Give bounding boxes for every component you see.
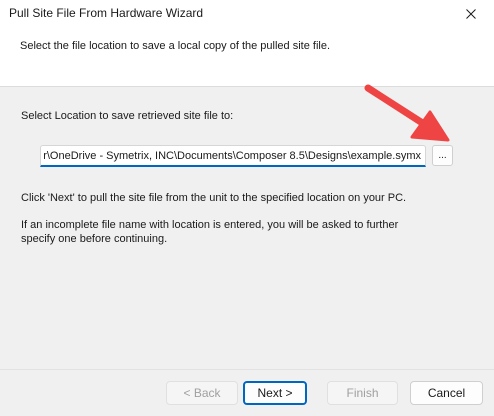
browse-button-label: ...	[438, 150, 447, 161]
header-instruction: Select the file location to save a local…	[20, 40, 331, 52]
next-button-label: Next >	[257, 386, 293, 400]
cancel-button[interactable]: Cancel	[410, 381, 483, 405]
info-text-incomplete-line1: If an incomplete file name with location…	[21, 219, 399, 231]
info-text-next: Click 'Next' to pull the site file from …	[21, 192, 407, 204]
wizard-window: Pull Site File From Hardware Wizard Sele…	[0, 0, 494, 416]
cancel-button-label: Cancel	[427, 386, 466, 400]
info-text-incomplete-line2: specify one before continuing.	[21, 233, 168, 245]
close-icon	[466, 9, 476, 19]
title-bar: Pull Site File From Hardware Wizard	[0, 0, 494, 28]
back-button[interactable]: < Back	[166, 381, 238, 405]
finish-button-label: Finish	[346, 386, 379, 400]
footer-divider	[0, 369, 494, 370]
close-button[interactable]	[448, 0, 494, 28]
finish-button[interactable]: Finish	[327, 381, 398, 405]
browse-button[interactable]: ...	[432, 145, 453, 166]
annotation-arrow-icon	[364, 84, 450, 142]
back-button-label: < Back	[183, 386, 221, 400]
window-title: Pull Site File From Hardware Wizard	[9, 6, 204, 20]
file-path-input[interactable]	[40, 145, 426, 167]
next-button[interactable]: Next >	[243, 381, 307, 405]
location-label: Select Location to save retrieved site f…	[21, 110, 234, 122]
wizard-header-panel: Select the file location to save a local…	[0, 28, 494, 87]
